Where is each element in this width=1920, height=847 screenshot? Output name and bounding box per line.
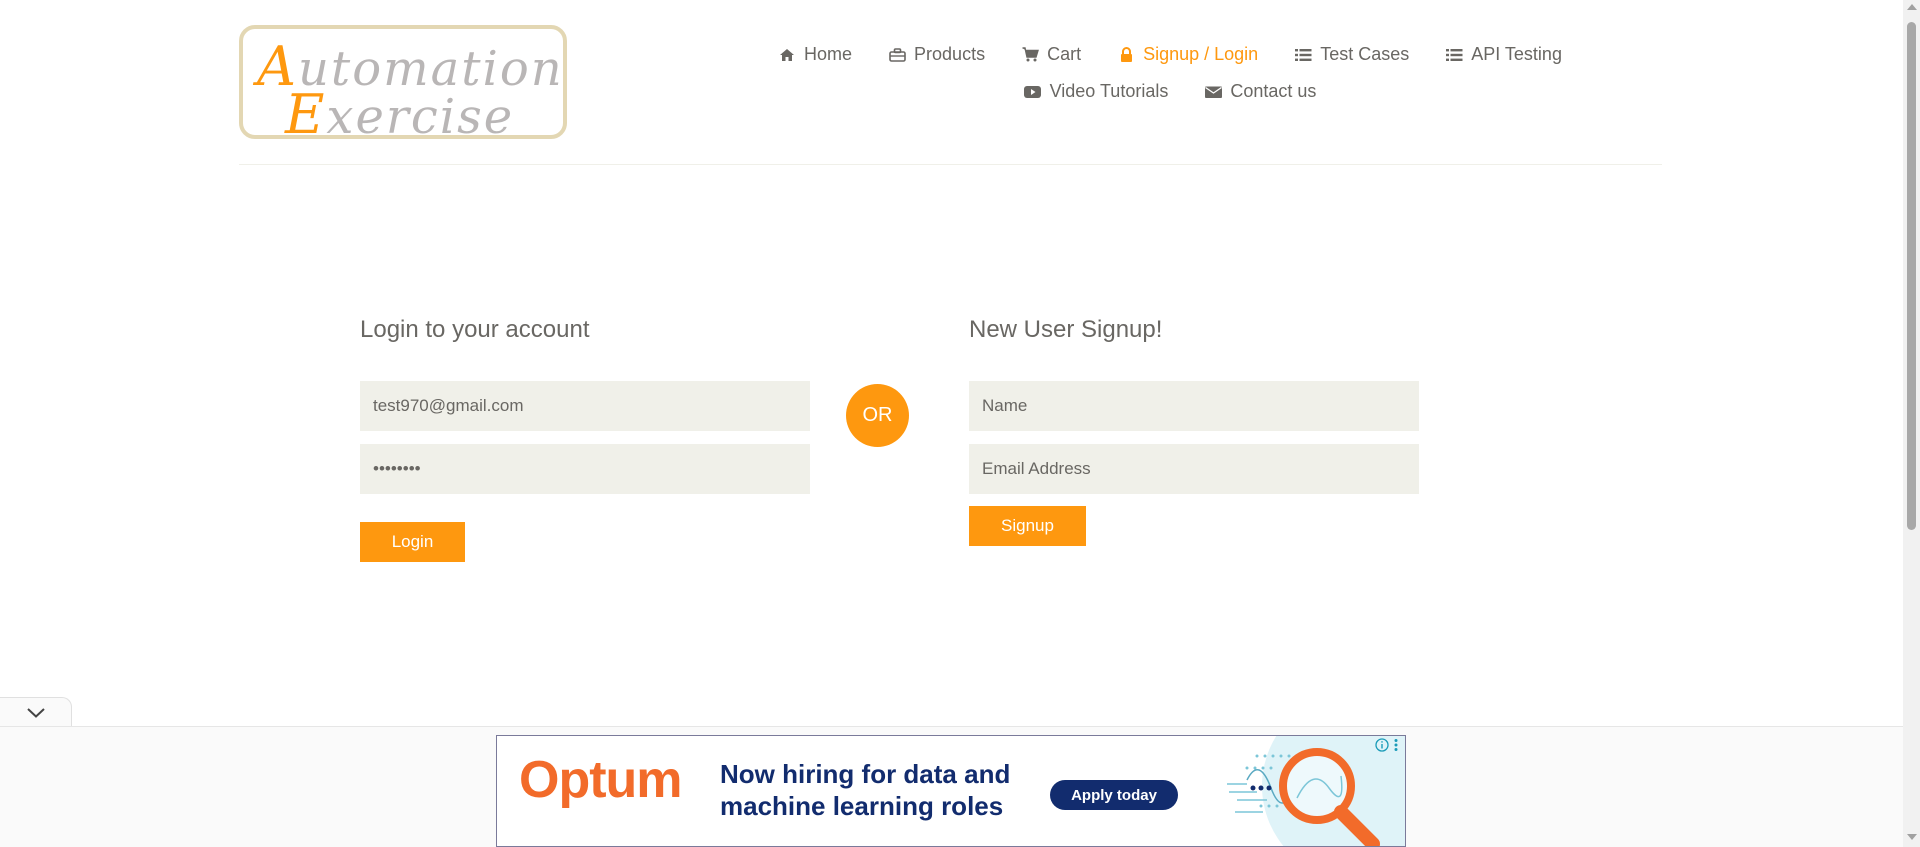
nav-row-1: Home Products Cart Signup / Login Test C… (700, 36, 1640, 73)
nav-item-api-testing[interactable]: API Testing (1445, 44, 1562, 65)
advertisement-banner[interactable]: Optum Now hiring for data and machine le… (496, 735, 1406, 847)
or-divider-badge: OR (846, 384, 909, 447)
header-divider (239, 164, 1662, 165)
nav-label-api-testing: API Testing (1471, 44, 1562, 64)
ad-apply-button[interactable]: Apply today (1050, 780, 1178, 810)
list-icon (1294, 47, 1312, 63)
nav-label-contact-us: Contact us (1230, 81, 1317, 101)
ad-headline: Now hiring for data and machine learning… (720, 759, 1011, 821)
signup-email-input[interactable] (969, 444, 1419, 494)
login-button[interactable]: Login (360, 522, 465, 562)
cart-icon (1021, 47, 1039, 63)
briefcase-icon (888, 47, 906, 63)
logo-word-exercise: xercise (326, 89, 515, 145)
signup-name-input[interactable] (969, 381, 1419, 431)
site-header: Automation Exercise Home Products Cart S… (0, 0, 1903, 168)
nav-label-cart: Cart (1047, 44, 1082, 64)
nav-item-test-cases[interactable]: Test Cases (1294, 44, 1409, 65)
nav-row-2: Video Tutorials Contact us (700, 73, 1640, 110)
nav-item-products[interactable]: Products (888, 44, 985, 65)
nav-item-video-tutorials[interactable]: Video Tutorials (1024, 81, 1169, 102)
nav-label-video-tutorials: Video Tutorials (1049, 81, 1169, 101)
login-form-title: Login to your account (360, 316, 590, 343)
scroll-up-arrow-icon[interactable] (1907, 4, 1917, 10)
ad-brand-logo: Optum (519, 751, 683, 809)
login-password-input[interactable] (360, 444, 810, 494)
scroll-down-arrow-icon[interactable] (1907, 834, 1917, 840)
page-scrollbar[interactable] (1903, 0, 1920, 847)
nav-label-products: Products (914, 44, 986, 64)
nav-label-home: Home (804, 44, 853, 64)
nav-label-test-cases: Test Cases (1320, 44, 1410, 64)
nav-item-signup-login[interactable]: Signup / Login (1117, 44, 1258, 65)
nav-item-cart[interactable]: Cart (1021, 44, 1081, 65)
home-icon (778, 47, 796, 63)
logo-cap-e: E (285, 83, 327, 146)
site-logo[interactable]: Automation Exercise (239, 25, 567, 146)
ad-choices[interactable] (1375, 738, 1399, 757)
main-nav: Home Products Cart Signup / Login Test C… (700, 36, 1640, 110)
youtube-icon (1024, 84, 1042, 100)
envelope-icon (1204, 84, 1222, 100)
nav-item-contact-us[interactable]: Contact us (1204, 81, 1316, 102)
signup-form-title: New User Signup! (969, 316, 1163, 343)
ad-collapse-toggle[interactable] (0, 697, 72, 729)
signup-button[interactable]: Signup (969, 506, 1086, 546)
scrollbar-thumb[interactable] (1907, 22, 1916, 530)
list-icon (1445, 47, 1463, 63)
nav-label-signup-login: Signup / Login (1143, 44, 1259, 64)
lock-icon (1117, 47, 1135, 63)
more-options-icon (1393, 738, 1399, 757)
info-icon (1375, 738, 1389, 757)
chevron-down-icon (26, 705, 45, 723)
nav-item-home[interactable]: Home (778, 44, 852, 65)
login-email-input[interactable] (360, 381, 810, 431)
